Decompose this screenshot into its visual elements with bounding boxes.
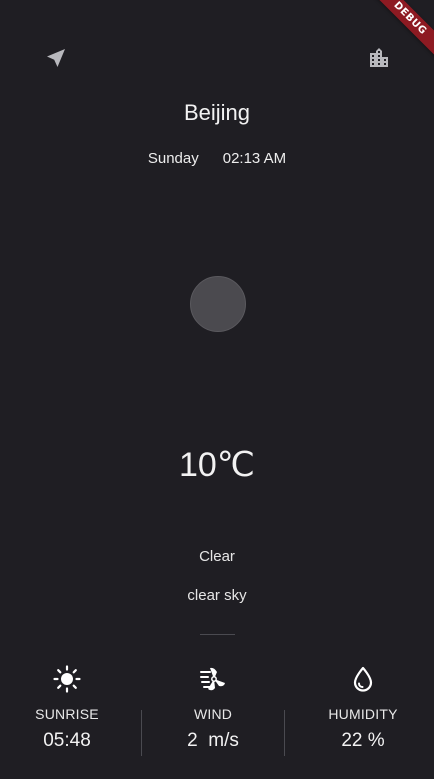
humidity-value: 22 %	[341, 730, 385, 751]
weather-icon-placeholder	[190, 276, 246, 332]
weather-screen: DEBUG Beijing Sunday 02:13 AM 10℃ Clear …	[0, 0, 434, 779]
sunrise-stat: SUNRISE 05:48	[0, 662, 137, 752]
stat-divider	[141, 710, 142, 756]
weather-description: clear sky	[187, 587, 247, 604]
water-drop-icon	[293, 662, 433, 696]
weather-stats: SUNRISE 05:48 WIND 2 m/s HUMIDITY 22 %	[0, 662, 434, 762]
sunrise-label: SUNRISE	[35, 706, 99, 722]
humidity-stat: HUMIDITY 22 %	[293, 662, 433, 752]
sunrise-value: 05:48	[43, 730, 91, 751]
wind-label: WIND	[193, 706, 233, 722]
date-time: Sunday 02:13 AM	[0, 150, 434, 167]
temperature: 10℃	[178, 446, 255, 484]
wind-stat: WIND 2 m/s	[143, 662, 283, 752]
stat-divider	[284, 710, 285, 756]
weather-condition: Clear	[199, 548, 235, 565]
wind-icon	[143, 662, 283, 696]
navigation-arrow-icon[interactable]	[42, 44, 70, 72]
time-label: 02:13 AM	[222, 150, 287, 167]
wind-value: 2 m/s	[187, 730, 239, 751]
day-label: Sunday	[147, 150, 199, 167]
sun-icon	[0, 662, 137, 696]
humidity-label: HUMIDITY	[328, 706, 398, 722]
divider	[200, 634, 235, 635]
location-city-icon[interactable]	[365, 44, 393, 72]
city-name: Beijing	[183, 100, 251, 125]
